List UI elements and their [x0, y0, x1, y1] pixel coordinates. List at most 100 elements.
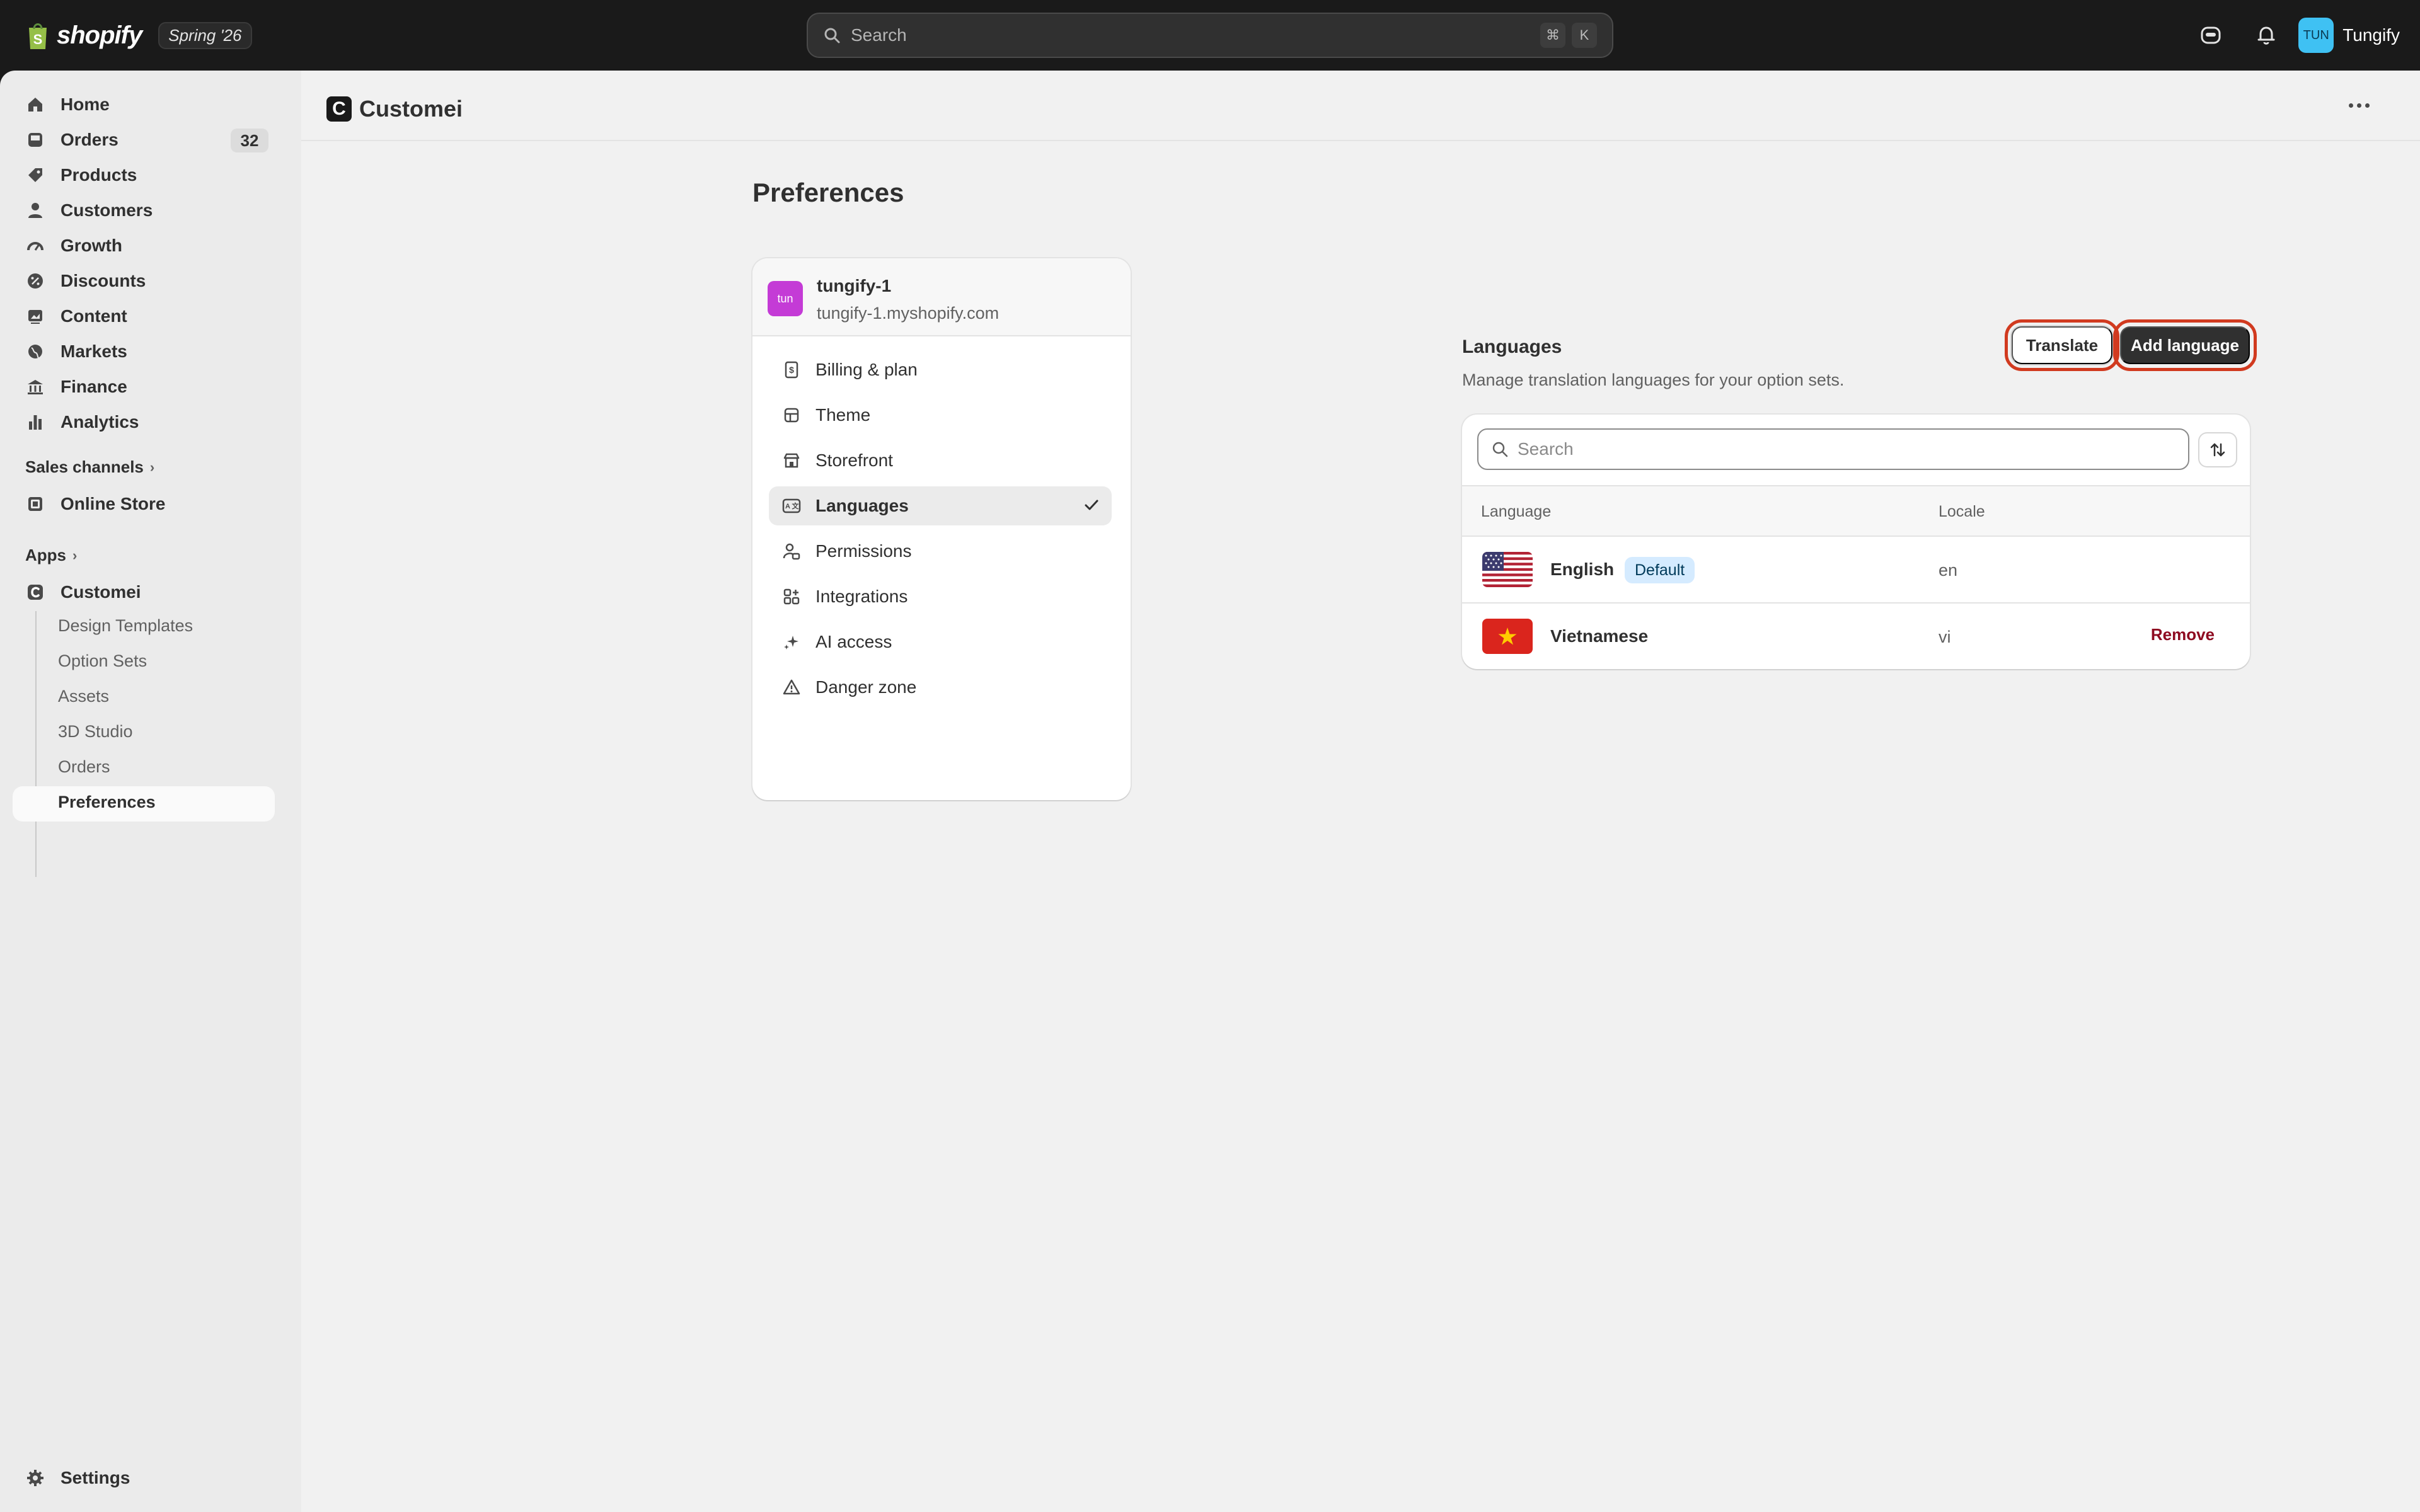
search-icon	[824, 28, 840, 43]
app-title-text: Customei	[359, 96, 463, 122]
sales-channels-header[interactable]: Sales channels ›	[25, 457, 154, 477]
avatar: TUN	[2298, 18, 2334, 53]
sparkle-icon	[781, 632, 802, 652]
add-language-button[interactable]: Add language	[2113, 319, 2257, 371]
menu-item-danger-zone[interactable]: Danger zone	[769, 668, 1112, 707]
language-name: English	[1550, 559, 1615, 579]
languages-description: Manage translation languages for your op…	[1462, 370, 1845, 389]
home-icon	[25, 94, 45, 115]
sidebar-item-finance[interactable]: Finance	[13, 369, 275, 404]
menu-item-integrations[interactable]: Integrations	[769, 577, 1112, 616]
shopify-brand[interactable]: S shopify Spring '26	[25, 20, 252, 50]
sidebar-item-label: Online Store	[60, 494, 166, 513]
languages-search-input[interactable]: Search	[1477, 428, 2189, 470]
sidebar-item-label: Discounts	[60, 271, 146, 290]
sidebar-item-online-store[interactable]: Online Store	[13, 486, 275, 522]
app-header: C Customei	[301, 71, 2420, 141]
table-row[interactable]: Vietnamese vi Remove	[1462, 604, 2250, 669]
sidebar-item-label: Analytics	[60, 412, 139, 432]
sidebar-item-markets[interactable]: Markets	[13, 334, 275, 369]
customei-app-icon	[25, 582, 45, 602]
sidebar-subitem-orders[interactable]: Orders	[58, 757, 110, 777]
store-icon	[781, 450, 802, 471]
search-placeholder: Search	[1518, 439, 1574, 459]
svg-text:文: 文	[792, 501, 800, 510]
menu-item-billing[interactable]: $ Billing & plan	[769, 350, 1112, 389]
sidebar-item-label: Customers	[60, 200, 153, 220]
table-row[interactable]: English Default en	[1462, 537, 2250, 604]
sidebar-item-label: Finance	[60, 377, 127, 396]
apps-header[interactable]: Apps ›	[25, 546, 77, 565]
vn-flag-icon	[1482, 619, 1533, 654]
sort-button[interactable]	[2199, 433, 2236, 466]
remove-language-button[interactable]: Remove	[2151, 625, 2215, 644]
svg-text:A: A	[785, 503, 790, 510]
menu-item-label: Languages	[815, 496, 909, 515]
sidebar-item-discounts[interactable]: Discounts	[13, 263, 275, 299]
sidebar-item-label: Orders	[60, 130, 118, 149]
sidebar-item-label: Markets	[60, 341, 127, 361]
menu-item-label: Integrations	[815, 587, 908, 606]
page-title: Preferences	[752, 178, 904, 207]
global-search-input[interactable]: Search ⌘ K	[807, 13, 1613, 58]
sidebar-item-label: Settings	[60, 1468, 130, 1487]
user-name: Tungify	[2342, 25, 2400, 45]
menu-item-label: AI access	[815, 632, 892, 651]
sidebar-subitem-design-templates[interactable]: Design Templates	[58, 616, 193, 636]
sidebar-item-products[interactable]: Products	[13, 158, 275, 193]
menu-item-storefront[interactable]: Storefront	[769, 441, 1112, 480]
chevron-right-icon: ›	[72, 547, 78, 563]
chevron-right-icon: ›	[149, 459, 155, 475]
sidebar-subitem-3d-studio[interactable]: 3D Studio	[58, 722, 133, 742]
sidebar-item-orders[interactable]: Orders 32	[13, 122, 275, 158]
orders-count-badge: 32	[231, 129, 268, 152]
sidebar-item-label: Growth	[60, 236, 122, 255]
store-url: tungify-1.myshopify.com	[817, 304, 1000, 323]
menu-item-permissions[interactable]: Permissions	[769, 532, 1112, 571]
svg-text:S: S	[33, 32, 43, 47]
sidebar-item-customei[interactable]: Customei	[13, 575, 275, 610]
notification-bell-icon[interactable]	[2251, 20, 2281, 50]
checkmark-icon	[1085, 500, 1098, 510]
menu-item-label: Danger zone	[815, 677, 917, 697]
menu-item-languages[interactable]: A文 Languages	[769, 486, 1112, 525]
language-name: Vietnamese	[1550, 626, 1649, 646]
column-header-locale: Locale	[1939, 503, 1985, 520]
sidebar-subitem-preferences[interactable]: Preferences	[58, 793, 156, 812]
sidebar-item-home[interactable]: Home	[13, 87, 275, 122]
user-menu[interactable]: TUN Tungify	[2298, 18, 2400, 53]
search-placeholder: Search	[851, 25, 907, 45]
sidebar-item-label: Customei	[60, 582, 141, 602]
sub-nav-line	[35, 611, 37, 877]
brand-wordmark: shopify	[57, 21, 142, 49]
sidebar-subitem-assets[interactable]: Assets	[58, 687, 109, 706]
menu-item-theme[interactable]: Theme	[769, 396, 1112, 435]
store-avatar: tun	[768, 281, 803, 316]
sidebar: Home Orders 32 Products Customers Growth…	[0, 71, 301, 1512]
shortcut-cmd-key: ⌘	[1540, 23, 1565, 48]
translate-button[interactable]: Translate	[2005, 319, 2119, 371]
svg-text:$: $	[789, 365, 794, 375]
theme-icon	[781, 405, 802, 425]
top-bar: S shopify Spring '26 Search ⌘ K TUN Tung…	[0, 0, 2420, 71]
locale-code: en	[1939, 561, 1958, 580]
sidebar-subitem-option-sets[interactable]: Option Sets	[58, 651, 147, 671]
sidebar-item-analytics[interactable]: Analytics	[13, 404, 275, 440]
sidebar-item-customers[interactable]: Customers	[13, 193, 275, 228]
sidebar-item-growth[interactable]: Growth	[13, 228, 275, 263]
menu-item-label: Storefront	[815, 450, 893, 470]
sidebar-item-label: Home	[60, 94, 110, 114]
sidebar-item-settings[interactable]: Settings	[13, 1460, 275, 1496]
apps-label: Apps	[25, 546, 66, 564]
us-flag-icon	[1482, 552, 1533, 587]
menu-item-ai-access[interactable]: AI access	[769, 622, 1112, 662]
image-icon	[25, 306, 45, 326]
more-actions-icon[interactable]	[2349, 103, 2370, 108]
column-header-language: Language	[1481, 503, 1552, 520]
main-content: C Customei Preferences tun tungify-1 tun…	[301, 71, 2420, 1512]
sidebar-item-content[interactable]: Content	[13, 299, 275, 334]
sidekick-icon[interactable]	[2196, 20, 2226, 50]
edition-badge[interactable]: Spring '26	[158, 21, 252, 49]
gauge-icon	[25, 236, 45, 256]
customei-logo-icon: C	[326, 96, 352, 122]
